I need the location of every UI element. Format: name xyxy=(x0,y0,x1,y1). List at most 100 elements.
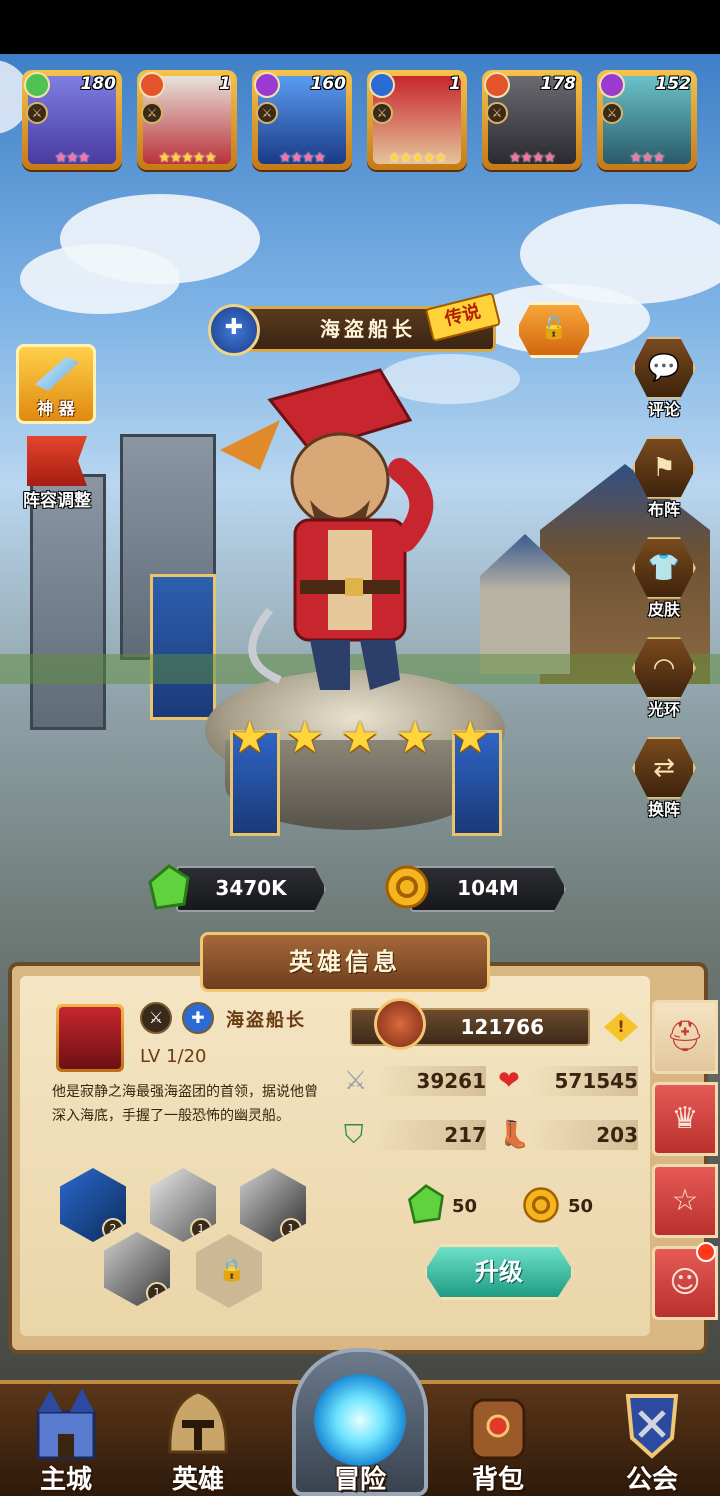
swap-label: 换阵 xyxy=(647,800,680,819)
star-outline-icon: ☆ xyxy=(671,1183,699,1218)
blade-icon xyxy=(35,357,79,391)
guild-crest-icon xyxy=(625,1394,679,1459)
gold-coin-icon xyxy=(523,1187,559,1223)
weapon-icon: ⚔ xyxy=(141,102,163,124)
hero-card-5[interactable]: ⚔ 178 ★★★★ xyxy=(482,70,582,170)
artifact-label: 神 器 xyxy=(37,399,75,418)
pirate-captain-figure xyxy=(220,368,434,690)
castle-icon xyxy=(36,1388,96,1460)
crowned-face-icon: ♛ xyxy=(671,1101,699,1136)
element-leaf-icon xyxy=(24,72,50,98)
open-lock-icon: 🔓 xyxy=(540,316,568,341)
defense-value: 217 xyxy=(376,1120,486,1150)
masks-icon: ☺ xyxy=(669,1265,701,1300)
tab-hero-bond[interactable]: ♛ xyxy=(652,1082,718,1156)
star-rating: ★★★ xyxy=(629,150,666,166)
lineup-adjust-button[interactable]: 阵容调整 xyxy=(12,436,102,511)
nav-heroes[interactable]: 英雄 xyxy=(138,1374,258,1496)
skin-button[interactable]: 👕 皮肤 xyxy=(632,536,696,620)
hero-count: 160 xyxy=(310,74,347,94)
tab-hero-info[interactable]: ⛑ xyxy=(652,1000,718,1074)
nav-bag[interactable]: 背包 xyxy=(438,1374,558,1496)
flag-icon xyxy=(27,436,87,486)
nav-bag-label: 背包 xyxy=(471,1465,524,1495)
star-icon: ★ xyxy=(450,712,490,763)
hero-name-label: 海盗船长 xyxy=(226,1010,306,1031)
star-rating: ★★★★ xyxy=(278,150,326,166)
swap-formation-button[interactable]: ⇄ 换阵 xyxy=(632,736,696,820)
nav-main-city-label: 主城 xyxy=(39,1465,92,1495)
hero-count: 180 xyxy=(80,74,117,94)
swap-arrows-icon: ⇄ xyxy=(632,737,696,799)
formation-button[interactable]: ⚑ 布阵 xyxy=(632,436,696,520)
attack-value: 39261 xyxy=(376,1066,486,1096)
shirt-icon: 👕 xyxy=(632,537,696,599)
hero-card-3[interactable]: ⚔ 160 ★★★★ xyxy=(252,70,352,170)
nav-heroes-label: 英雄 xyxy=(171,1465,224,1495)
nav-main-city[interactable]: 主城 xyxy=(6,1374,126,1496)
aura-button[interactable]: ◠ 光环 xyxy=(632,636,696,720)
hp-value: 571545 xyxy=(530,1066,638,1096)
boot-icon: 👢 xyxy=(498,1120,531,1150)
hero-count: 178 xyxy=(540,74,577,94)
status-bar xyxy=(0,0,720,54)
sword-icon: ⚔ xyxy=(344,1066,368,1096)
nav-guild[interactable]: 公会 xyxy=(592,1374,712,1496)
hero-card-4[interactable]: ⚔ 1 ★★★★★ xyxy=(367,70,467,170)
comment-button[interactable]: 💬 评论 xyxy=(632,336,696,420)
upgrade-gem-cost: 50 xyxy=(452,1196,478,1217)
tab-star-up[interactable]: ☆ xyxy=(652,1164,718,1238)
green-gem-icon xyxy=(148,864,190,910)
class-cross-icon: ✚ xyxy=(182,1002,214,1034)
backpack-icon xyxy=(470,1398,526,1460)
unlock-button[interactable]: 🔓 xyxy=(516,302,592,358)
weapon-icon: ⚔ xyxy=(256,102,278,124)
artifact-button[interactable]: 神 器 xyxy=(16,344,96,424)
chat-bubble-icon: 💬 xyxy=(632,337,696,399)
lineup-label: 阵容调整 xyxy=(23,491,91,511)
halo-icon: ◠ xyxy=(632,637,696,699)
shield-icon: ⛉ xyxy=(344,1120,364,1150)
hero-card-2[interactable]: ⚔ 1 ★★★★★ xyxy=(137,70,237,170)
hero-count: 1 xyxy=(449,74,461,94)
skin-label: 皮肤 xyxy=(647,600,680,619)
formation-label: 布阵 xyxy=(647,500,680,519)
star-rating: ★★★★★ xyxy=(158,150,217,166)
green-gem-icon xyxy=(408,1184,444,1224)
combat-power-sword-icon xyxy=(374,998,426,1050)
star-rating: ★★★★★ xyxy=(388,150,447,166)
gold-counter: 104M xyxy=(410,866,566,912)
element-dark-icon xyxy=(254,72,280,98)
padlock-icon: 🔒 xyxy=(218,1258,246,1283)
heart-icon: ❤ xyxy=(498,1066,520,1096)
star-rating: ★★★★ xyxy=(508,150,556,166)
helmet-icon xyxy=(168,1390,228,1454)
banner-icon: ⚑ xyxy=(632,437,696,499)
speed-value: 203 xyxy=(530,1120,638,1150)
element-light-icon xyxy=(369,72,395,98)
star-rating: ★★★ xyxy=(54,150,91,166)
nav-guild-label: 公会 xyxy=(625,1465,678,1495)
weapon-icon: ⚔ xyxy=(601,102,623,124)
gold-coin-icon xyxy=(385,865,429,909)
upgrade-button[interactable]: 升级 xyxy=(424,1244,574,1300)
weapon-icon: ⚔ xyxy=(486,102,508,124)
hero-card-1[interactable]: ⚔ 180 ★★★ xyxy=(22,70,122,170)
hero-star-rating: ★ ★ ★ ★ ★ xyxy=(230,716,490,760)
star-icon: ★ xyxy=(340,712,380,763)
hero-portrait xyxy=(56,1004,124,1072)
hero-level: LV 1/20 xyxy=(140,1046,207,1067)
star-icon: ★ xyxy=(285,712,325,763)
hero-card-6[interactable]: ⚔ 152 ★★★ xyxy=(597,70,697,170)
helmet-icon: ⛑ xyxy=(665,1019,705,1054)
weapon-type-icon: ⚔ xyxy=(140,1002,172,1034)
class-cross-icon: ✚ xyxy=(208,304,260,356)
hero-description: 他是寂静之海最强海盗团的首领，据说他曾深入海底，手握了一般恐怖的幽灵船。 xyxy=(52,1084,318,1124)
star-icon: ★ xyxy=(230,712,270,763)
nav-adventure[interactable]: 冒险 xyxy=(300,1374,420,1496)
gem-counter: 3470K xyxy=(176,866,326,912)
element-fire-icon xyxy=(484,72,510,98)
upgrade-gold-cost: 50 xyxy=(568,1196,594,1217)
aura-label: 光环 xyxy=(647,700,680,719)
element-dark-icon xyxy=(599,72,625,98)
